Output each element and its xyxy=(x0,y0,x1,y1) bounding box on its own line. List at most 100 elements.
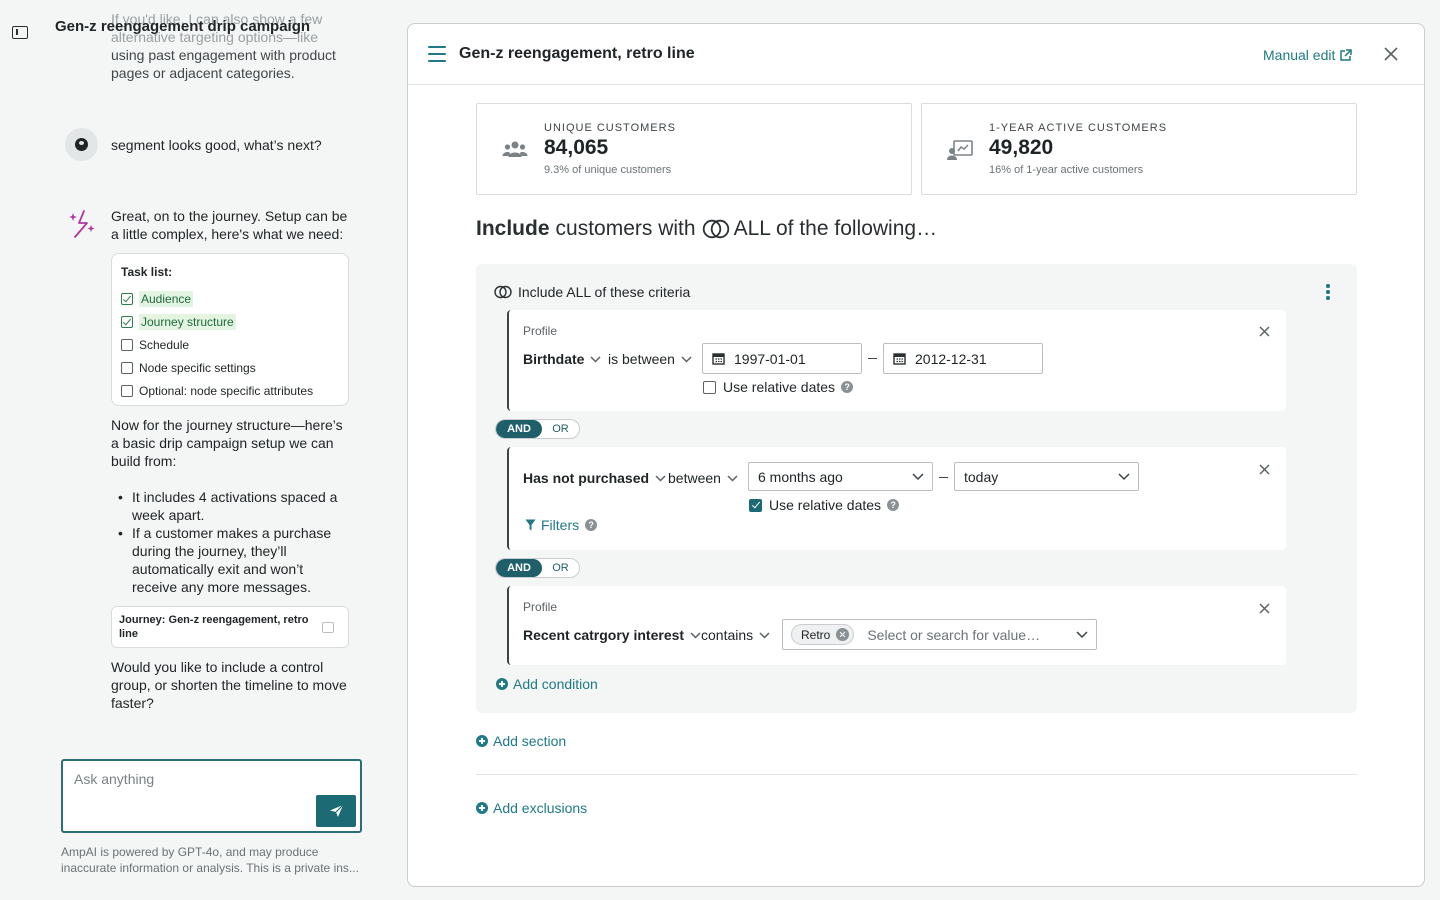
and-or-toggle[interactable]: AND OR xyxy=(495,558,580,578)
send-button[interactable] xyxy=(316,795,356,827)
segment-editor-panel: Gen-z reengagement, retro line Manual ed… xyxy=(407,23,1425,887)
and-or-toggle[interactable]: AND OR xyxy=(495,419,580,439)
condition-has-not-purchased: Has not purchased between 6 months ago t… xyxy=(507,447,1286,550)
date-from-field[interactable]: 1997-01-01 xyxy=(702,343,862,374)
stat-value: 84,065 xyxy=(544,136,609,159)
condition-birthdate: Profile Birthdate is between 1997-01-01 … xyxy=(507,310,1286,411)
manual-edit-link[interactable]: Manual edit xyxy=(1263,47,1353,63)
close-icon[interactable] xyxy=(1383,46,1399,62)
heading-rest: ALL of the following… xyxy=(733,217,938,240)
active-customers-card: 1-YEAR ACTIVE CUSTOMERS 49,820 16% of 1-… xyxy=(921,103,1357,195)
tag-label: Retro xyxy=(801,627,831,642)
panel-title: Gen-z reengagement, retro line xyxy=(459,45,695,62)
bullet-list: • It includes 4 activations spaced a week… xyxy=(118,488,346,596)
property-dropdown[interactable]: Has not purchased xyxy=(523,470,666,486)
menu-icon[interactable] xyxy=(428,46,446,62)
include-heading: Include customers with ALL of the follow… xyxy=(476,217,937,241)
range-from-value: 6 months ago xyxy=(758,468,843,485)
chat-input[interactable] xyxy=(74,771,314,787)
operator-label: is between xyxy=(608,351,675,367)
calendar-icon xyxy=(893,353,906,365)
help-icon[interactable]: ? xyxy=(887,499,900,511)
and-option[interactable]: AND xyxy=(496,559,542,577)
list-item: • It includes 4 activations spaced a week… xyxy=(118,488,346,524)
relative-dates-label: Use relative dates xyxy=(723,379,836,395)
journey-card[interactable]: Journey: Gen-z reengagement, retro line xyxy=(111,606,349,648)
date-from-value: 1997-01-01 xyxy=(734,350,806,367)
remove-tag-icon[interactable] xyxy=(836,628,850,641)
stat-label: UNIQUE CUSTOMERS xyxy=(544,122,676,134)
close-icon[interactable] xyxy=(1259,464,1270,475)
include-keyword: Include xyxy=(476,217,550,240)
checkbox-icon xyxy=(121,384,133,397)
unique-customers-card: UNIQUE CUSTOMERS 84,065 9.3% of unique c… xyxy=(476,103,912,195)
external-link-icon xyxy=(1340,48,1353,61)
operator-dropdown[interactable]: is between xyxy=(608,351,692,367)
chevron-down-icon xyxy=(1076,630,1088,638)
criteria-header-label: Include ALL of these criteria xyxy=(518,284,691,300)
faded-line: pages or adjacent categories. xyxy=(111,65,295,81)
filter-icon xyxy=(525,519,536,531)
task-label: Schedule xyxy=(139,337,190,352)
task-item: Node specific settings xyxy=(121,356,339,379)
chevron-down-icon xyxy=(759,631,770,639)
checkbox-icon[interactable] xyxy=(703,380,716,394)
close-icon[interactable] xyxy=(1259,603,1270,614)
checkbox-icon xyxy=(121,361,133,374)
chevron-down-icon xyxy=(681,355,692,363)
add-exclusions-button[interactable]: Add exclusions xyxy=(476,800,587,816)
value-multiselect[interactable]: Retro Select or search for value… xyxy=(782,619,1097,650)
user-message: segment looks good, what’s next? xyxy=(65,128,322,161)
sidebar-toggle-icon[interactable] xyxy=(12,26,28,39)
range-dash xyxy=(868,358,877,360)
or-option[interactable]: OR xyxy=(542,420,579,438)
value-search-placeholder[interactable]: Select or search for value… xyxy=(867,627,1076,643)
more-options-icon[interactable] xyxy=(1326,284,1330,300)
disclaimer: AmpAI is powered by GPT-4o, and may prod… xyxy=(61,845,359,875)
and-option[interactable]: AND xyxy=(496,420,542,438)
operator-dropdown[interactable]: between xyxy=(668,470,738,486)
range-to-value: today xyxy=(964,468,999,485)
stat-value: 49,820 xyxy=(989,136,1054,159)
stat-subtext: 16% of 1-year active customers xyxy=(989,164,1144,176)
checkbox-checked-icon xyxy=(121,292,133,305)
or-option[interactable]: OR xyxy=(542,559,579,577)
chevron-down-icon xyxy=(590,355,601,363)
chevron-down-icon xyxy=(655,474,666,482)
checkbox-icon xyxy=(121,338,133,351)
property-label: Has not purchased xyxy=(523,470,650,486)
filters-link[interactable]: Filters ? xyxy=(525,517,598,533)
criteria-section: Include ALL of these criteria Profile Bi… xyxy=(476,264,1357,713)
stat-label: 1-YEAR ACTIVE CUSTOMERS xyxy=(989,122,1168,134)
calendar-icon xyxy=(712,353,725,365)
task-label: Optional: node specific attributes xyxy=(139,383,314,398)
checkbox-checked-icon[interactable] xyxy=(749,498,762,512)
date-to-field[interactable]: 2012-12-31 xyxy=(883,343,1043,374)
add-condition-button[interactable]: Add condition xyxy=(496,676,598,692)
add-section-label: Add section xyxy=(493,733,567,749)
add-section-button[interactable]: Add section xyxy=(476,733,566,749)
task-item: Audience xyxy=(121,287,339,310)
task-item: Optional: node specific attributes xyxy=(121,379,339,402)
add-exclusions-label: Add exclusions xyxy=(493,800,588,816)
criteria-header: Include ALL of these criteria xyxy=(494,284,690,300)
avatar xyxy=(65,128,98,161)
chat-title: Gen-z reengagement drip campaign xyxy=(55,18,311,35)
chevron-down-icon xyxy=(690,631,701,639)
help-icon[interactable]: ? xyxy=(585,519,598,531)
help-icon[interactable]: ? xyxy=(841,381,854,393)
range-to-dropdown[interactable]: today xyxy=(954,462,1139,491)
range-from-dropdown[interactable]: 6 months ago xyxy=(748,462,933,491)
plus-icon xyxy=(476,735,488,747)
checkbox-checked-icon xyxy=(121,315,133,328)
relative-dates-toggle[interactable]: Use relative dates ? xyxy=(749,497,900,513)
open-panel-icon[interactable] xyxy=(322,622,334,633)
plus-icon xyxy=(476,802,488,814)
operator-dropdown[interactable]: contains xyxy=(701,627,770,643)
property-dropdown[interactable]: Birthdate xyxy=(523,351,601,367)
close-icon[interactable] xyxy=(1259,326,1270,337)
range-dash xyxy=(939,477,948,479)
heading-mid: customers with xyxy=(555,217,696,240)
relative-dates-toggle[interactable]: Use relative dates ? xyxy=(703,379,854,395)
property-dropdown[interactable]: Recent catrgory interest xyxy=(523,627,701,643)
